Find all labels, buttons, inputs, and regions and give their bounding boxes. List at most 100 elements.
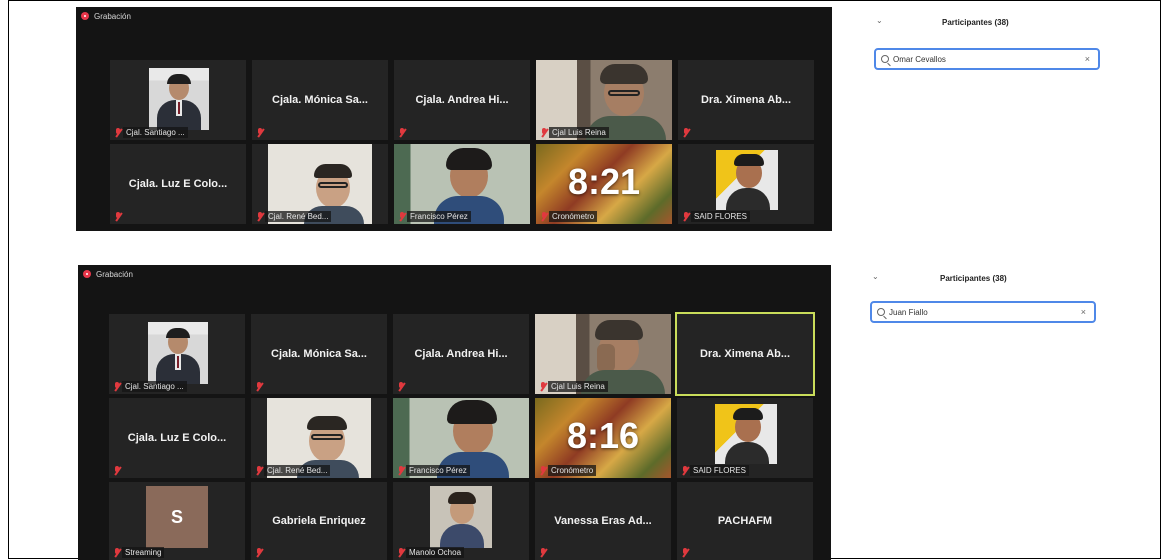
participant-avatar: S xyxy=(146,486,208,548)
participant-search-input[interactable]: Omar Cevallos × xyxy=(874,48,1100,70)
search-value: Juan Fiallo xyxy=(889,307,928,317)
timer-display: 8:21 xyxy=(567,160,641,202)
muted-mic-icon xyxy=(539,382,547,391)
muted-mic-icon xyxy=(682,128,690,137)
participant-photo xyxy=(716,150,778,210)
participant-name: Cjala. Andrea Hi... xyxy=(414,348,508,360)
participants-panel-top: ⌄ Participantes (38) Omar Cevallos × xyxy=(870,8,1130,78)
participant-name: Cjal Luis Reina xyxy=(548,381,608,392)
participant-name: Cjala. Mónica Sa... xyxy=(272,94,368,106)
participant-name: Cjal. Santiago ... xyxy=(122,381,187,392)
video-tile[interactable]: Gabriela Enriquez xyxy=(251,482,387,560)
participant-name: Francisco Pérez xyxy=(406,465,470,476)
video-tile[interactable]: SAID FLORES xyxy=(677,398,813,478)
muted-mic-icon xyxy=(540,212,548,221)
muted-mic-icon xyxy=(397,382,405,391)
video-tile-active-speaker[interactable]: Dra. Ximena Ab... xyxy=(675,312,815,396)
participant-name: Cronómetro xyxy=(548,465,597,476)
participants-title: Participantes (38) xyxy=(940,274,1007,283)
participant-search-input[interactable]: Juan Fiallo × xyxy=(870,301,1096,323)
participant-photo xyxy=(149,68,209,130)
muted-mic-icon xyxy=(540,128,548,137)
participant-name: Cjala. Luz E Colo... xyxy=(127,432,227,444)
recording-indicator: Grabación xyxy=(78,265,133,283)
muted-mic-icon xyxy=(539,466,547,475)
video-tile[interactable]: Cjal. René Bed... xyxy=(252,144,388,224)
muted-mic-icon xyxy=(113,382,121,391)
video-tile[interactable]: PACHAFM xyxy=(677,482,813,560)
participant-name: Cjala. Mónica Sa... xyxy=(271,348,367,360)
muted-mic-icon xyxy=(397,548,405,557)
muted-mic-icon xyxy=(539,548,547,557)
video-tile[interactable]: Cjala. Mónica Sa... xyxy=(251,314,387,394)
video-tile[interactable]: Cjala. Luz E Colo... xyxy=(109,398,245,478)
video-tile[interactable]: Cjal Luis Reina xyxy=(535,314,671,394)
chevron-down-icon[interactable]: ⌄ xyxy=(872,272,879,281)
muted-mic-icon xyxy=(255,548,263,557)
clear-search-icon[interactable]: × xyxy=(1081,307,1086,317)
participant-name: SAID FLORES xyxy=(691,211,750,222)
muted-mic-icon xyxy=(114,128,122,137)
participant-name: Gabriela Enriquez xyxy=(272,515,366,527)
muted-mic-icon xyxy=(681,548,689,557)
muted-mic-icon xyxy=(256,212,264,221)
video-tile[interactable]: Francisco Pérez xyxy=(394,144,530,224)
video-tile[interactable]: Vanessa Eras Ad... xyxy=(535,482,671,560)
participant-photo xyxy=(148,322,208,384)
muted-mic-icon xyxy=(114,212,122,221)
search-icon xyxy=(881,55,889,63)
video-tile[interactable]: Dra. Ximena Ab... xyxy=(678,60,814,140)
search-icon xyxy=(877,308,885,316)
participant-photo xyxy=(715,404,777,464)
video-tile[interactable]: 8:16 Cronómetro xyxy=(535,398,671,478)
record-icon xyxy=(83,270,91,278)
muted-mic-icon xyxy=(398,128,406,137)
video-tile[interactable]: Cjala. Andrea Hi... xyxy=(393,314,529,394)
participant-name: Cronómetro xyxy=(549,211,598,222)
participants-title: Participantes (38) xyxy=(942,18,1009,27)
recording-indicator: Grabación xyxy=(76,7,131,25)
muted-mic-icon xyxy=(682,212,690,221)
participant-name: SAID FLORES xyxy=(690,465,749,476)
participant-photo xyxy=(430,486,492,548)
participant-name: Francisco Pérez xyxy=(407,211,471,222)
muted-mic-icon xyxy=(397,466,405,475)
video-tile[interactable]: Cjala. Andrea Hi... xyxy=(394,60,530,140)
recording-label: Grabación xyxy=(94,11,131,21)
muted-mic-icon xyxy=(255,466,263,475)
participant-name: PACHAFM xyxy=(717,515,773,527)
participant-name: Cjal. Santiago ... xyxy=(123,127,188,138)
muted-mic-icon xyxy=(113,466,121,475)
video-tile[interactable]: 8:21 Cronómetro xyxy=(536,144,672,224)
chevron-down-icon[interactable]: ⌄ xyxy=(876,16,883,25)
video-tile[interactable]: Francisco Pérez xyxy=(393,398,529,478)
participant-name: Cjal Luis Reina xyxy=(549,127,609,138)
meeting-view-bottom: Grabación Cjal. Santiago ... Cjala. Móni… xyxy=(78,265,831,560)
clear-search-icon[interactable]: × xyxy=(1085,54,1090,64)
video-tile[interactable]: Cjal. Santiago ... xyxy=(110,60,246,140)
timer-display: 8:16 xyxy=(566,414,640,456)
participants-panel-bottom: ⌄ Participantes (38) Juan Fiallo × xyxy=(866,266,1126,336)
participant-name: Vanessa Eras Ad... xyxy=(554,515,652,527)
search-value: Omar Cevallos xyxy=(893,54,946,64)
video-tile[interactable]: SAID FLORES xyxy=(678,144,814,224)
video-tile[interactable]: Cjal. René Bed... xyxy=(251,398,387,478)
participant-name: Dra. Ximena Ab... xyxy=(700,94,792,106)
muted-mic-icon xyxy=(255,382,263,391)
participant-name: Streaming xyxy=(122,547,165,558)
video-tile[interactable]: Cjala. Mónica Sa... xyxy=(252,60,388,140)
video-tile[interactable]: Manolo Ochoa xyxy=(393,482,529,560)
participant-name: Dra. Ximena Ab... xyxy=(699,348,791,360)
video-tile[interactable]: Cjal. Santiago ... xyxy=(109,314,245,394)
participant-name: Cjal. René Bed... xyxy=(265,211,332,222)
record-icon xyxy=(81,12,89,20)
muted-mic-icon xyxy=(113,548,121,557)
participant-name: Cjal. René Bed... xyxy=(264,465,331,476)
video-tile[interactable]: Cjala. Luz E Colo... xyxy=(110,144,246,224)
muted-mic-icon xyxy=(681,466,689,475)
video-tile[interactable]: Cjal Luis Reina xyxy=(536,60,672,140)
muted-mic-icon xyxy=(398,212,406,221)
meeting-view-top: Grabación Cjal. Santiago ... Cjala. Móni… xyxy=(76,7,832,231)
video-tile[interactable]: S Streaming xyxy=(109,482,245,560)
muted-mic-icon xyxy=(256,128,264,137)
